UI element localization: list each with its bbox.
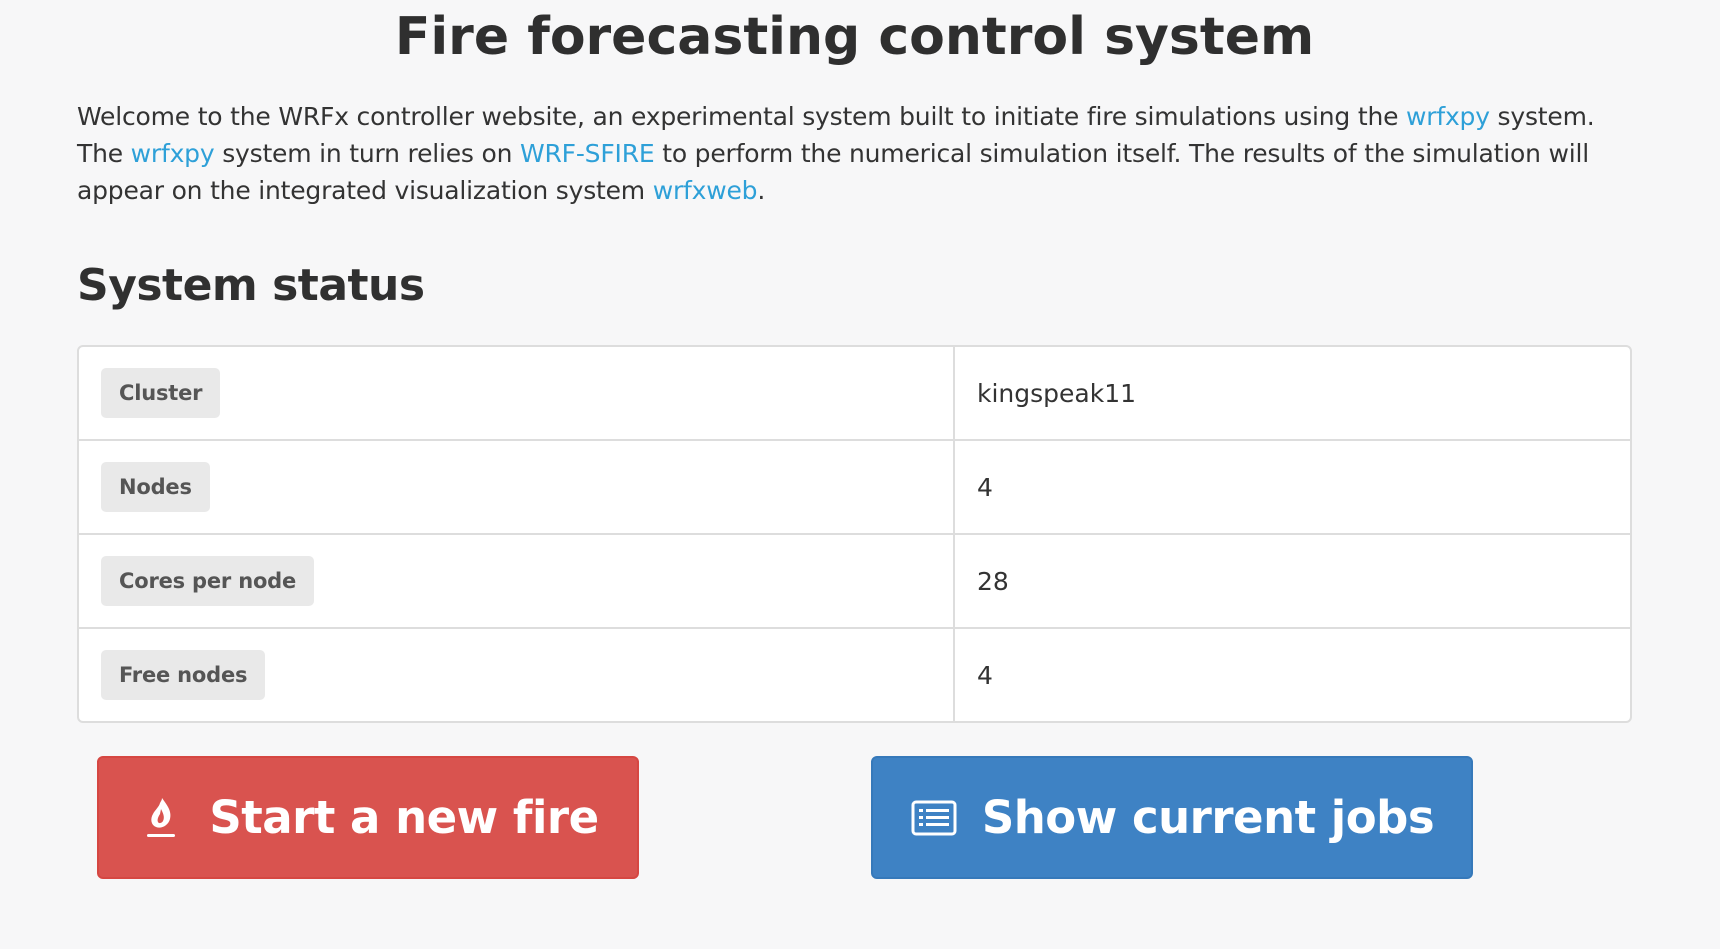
show-current-jobs-label: Show current jobs: [981, 791, 1435, 844]
system-status-heading: System status: [77, 260, 425, 311]
status-value: 4: [955, 441, 1630, 535]
status-label-cell: Cores per node: [79, 535, 955, 629]
fire-icon: [137, 794, 185, 842]
action-buttons: Start a new fire Show current jobs: [97, 756, 1553, 881]
intro-text: system in turn relies on: [214, 139, 520, 168]
intro-text: The: [77, 139, 131, 168]
status-label-badge: Nodes: [101, 462, 210, 512]
system-status-table: Cluster kingspeak11 Nodes 4 Cores per no…: [77, 345, 1632, 723]
list-icon: [910, 794, 958, 842]
status-label-badge: Free nodes: [101, 650, 266, 700]
page: Fire forecasting control system Welcome …: [77, 0, 1632, 723]
wrf-sfire-link[interactable]: WRF-SFIRE: [520, 139, 655, 168]
status-row-free-nodes: Free nodes 4: [79, 629, 1630, 721]
wrfxpy-link[interactable]: wrfxpy: [131, 139, 215, 168]
intro-line-2: The wrfxpy system in turn relies on WRF-…: [77, 135, 1632, 172]
status-row-cluster: Cluster kingspeak11: [79, 347, 1630, 441]
start-new-fire-label: Start a new fire: [209, 791, 599, 844]
intro-text: Welcome to the WRFx controller website, …: [77, 102, 1407, 131]
status-row-nodes: Nodes 4: [79, 441, 1630, 535]
status-value: 28: [955, 535, 1630, 629]
intro-text: .: [757, 176, 766, 205]
status-label-cell: Free nodes: [79, 629, 955, 721]
intro-text: to perform the numerical simulation itse…: [654, 139, 1589, 168]
status-row-cores-per-node: Cores per node 28: [79, 535, 1630, 629]
status-value: kingspeak11: [955, 347, 1630, 441]
page-title: Fire forecasting control system: [394, 7, 1315, 67]
intro-text: appear on the integrated visualization s…: [77, 176, 653, 205]
start-new-fire-button[interactable]: Start a new fire: [97, 756, 639, 879]
intro-line-1: Welcome to the WRFx controller website, …: [77, 98, 1632, 135]
wrfxweb-link[interactable]: wrfxweb: [653, 176, 758, 205]
intro-paragraph: Welcome to the WRFx controller website, …: [77, 98, 1632, 209]
status-label-badge: Cluster: [101, 368, 221, 418]
status-label-badge: Cores per node: [101, 556, 315, 606]
wrfxpy-link[interactable]: wrfxpy: [1406, 102, 1490, 131]
show-current-jobs-button[interactable]: Show current jobs: [871, 756, 1473, 879]
status-value: 4: [977, 660, 993, 690]
intro-text: system.: [1489, 102, 1595, 131]
status-label-cell: Cluster: [79, 347, 955, 441]
status-label-cell: Nodes: [79, 441, 955, 535]
intro-line-3: appear on the integrated visualization s…: [77, 172, 1632, 209]
